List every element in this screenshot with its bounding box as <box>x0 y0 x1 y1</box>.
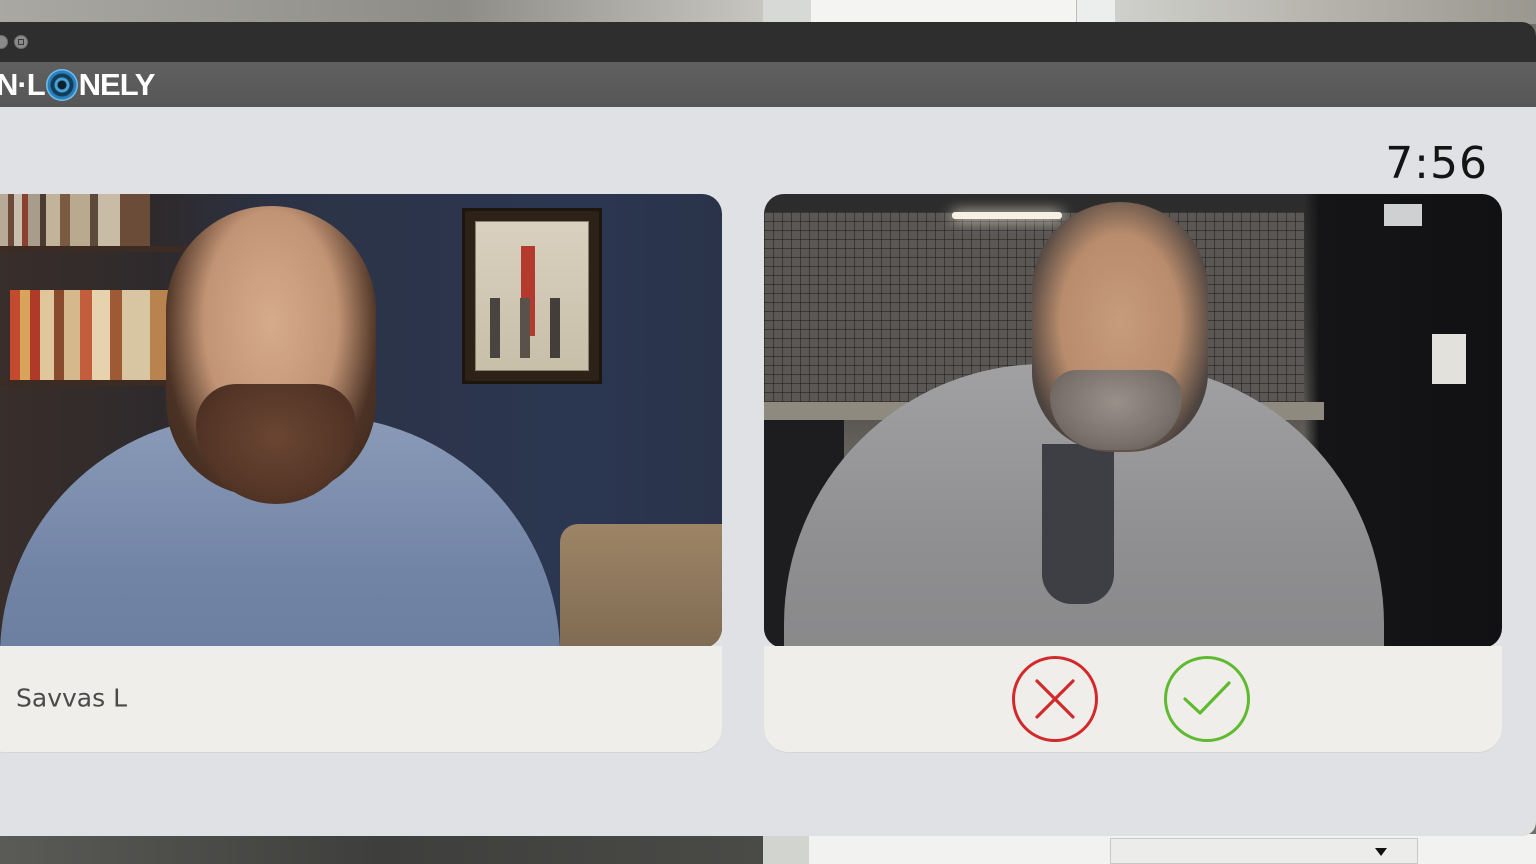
app-header: N·L NELY <box>0 62 1536 107</box>
logo-suffix: NELY <box>78 67 156 102</box>
kitchen-light <box>952 212 1062 219</box>
app-logo: N·L NELY <box>0 67 155 103</box>
desktop-background <box>763 834 809 864</box>
caret-down-icon <box>1375 848 1387 856</box>
person-beard <box>1050 370 1182 450</box>
accept-button[interactable] <box>1164 656 1250 742</box>
profile-name: Savvas L <box>16 683 127 713</box>
books <box>10 290 190 380</box>
check-icon <box>1183 681 1231 715</box>
desktop-background <box>763 0 811 24</box>
title-bar <box>0 22 1536 63</box>
desktop-background <box>1115 0 1536 24</box>
fridge-note <box>1384 204 1422 226</box>
books <box>0 194 150 246</box>
window-maximize-icon[interactable] <box>14 35 28 49</box>
x-icon <box>1035 679 1075 719</box>
remote-video-feed <box>0 194 722 648</box>
self-video-feed <box>764 194 1502 648</box>
app-window: N·L NELY 7:56 Savvas L <box>0 22 1536 836</box>
window-close-icon[interactable] <box>0 35 8 49</box>
couch <box>560 524 722 648</box>
background-dropdown[interactable] <box>1110 838 1418 864</box>
profile-info-bar: Savvas L <box>0 646 722 752</box>
reject-button[interactable] <box>1012 656 1098 742</box>
wall-picture <box>462 208 602 384</box>
bookshelf <box>0 380 190 386</box>
background-window <box>1077 0 1115 24</box>
desktop-background <box>0 0 763 24</box>
fridge-photo <box>1432 334 1466 384</box>
background-window <box>811 0 1077 24</box>
desktop-background <box>0 834 763 864</box>
action-bar <box>764 646 1502 752</box>
bookshelf <box>0 246 190 252</box>
lens-icon <box>45 69 78 101</box>
person-shirt <box>1042 444 1114 604</box>
logo-prefix: N·L <box>0 67 46 102</box>
call-timer: 7:56 <box>1385 138 1488 189</box>
